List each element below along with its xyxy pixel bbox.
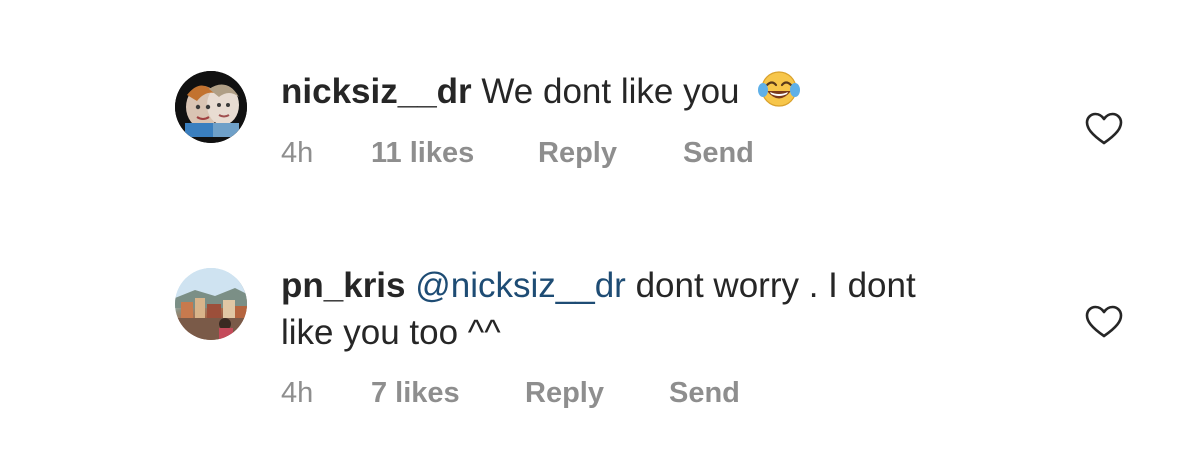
comment-time: 4h (281, 137, 314, 169)
face-with-tears-of-joy-icon (757, 70, 801, 119)
likes-count-button[interactable]: 7 likes (371, 377, 460, 410)
send-button[interactable]: Send (669, 377, 740, 410)
comment-text: pn_kris @nicksiz__dr dont worry . I dont (281, 264, 916, 308)
comment-body: We dont like you (481, 72, 740, 111)
comment-text-continued: like you too ^^ (281, 311, 501, 355)
avatar-image (175, 71, 247, 143)
avatar[interactable] (175, 268, 247, 340)
reply-button[interactable]: Reply (525, 377, 604, 410)
comment-username[interactable]: nicksiz__dr (281, 72, 472, 111)
heart-outline-icon[interactable] (1085, 305, 1123, 339)
mention-link[interactable]: @nicksiz__dr (415, 266, 626, 305)
send-button[interactable]: Send (683, 137, 754, 170)
reply-button[interactable]: Reply (538, 137, 617, 170)
heart-outline-icon[interactable] (1085, 112, 1123, 146)
comment-time: 4h (281, 377, 314, 409)
comment-text: nicksiz__dr We dont like you (281, 70, 801, 119)
comment-body: dont worry . I dont (635, 266, 916, 305)
likes-count-button[interactable]: 11 likes (371, 137, 474, 170)
comment-body-continued: like you too ^^ (281, 313, 501, 352)
comment-username[interactable]: pn_kris (281, 266, 406, 305)
avatar-image (175, 268, 247, 340)
avatar[interactable] (175, 71, 247, 143)
